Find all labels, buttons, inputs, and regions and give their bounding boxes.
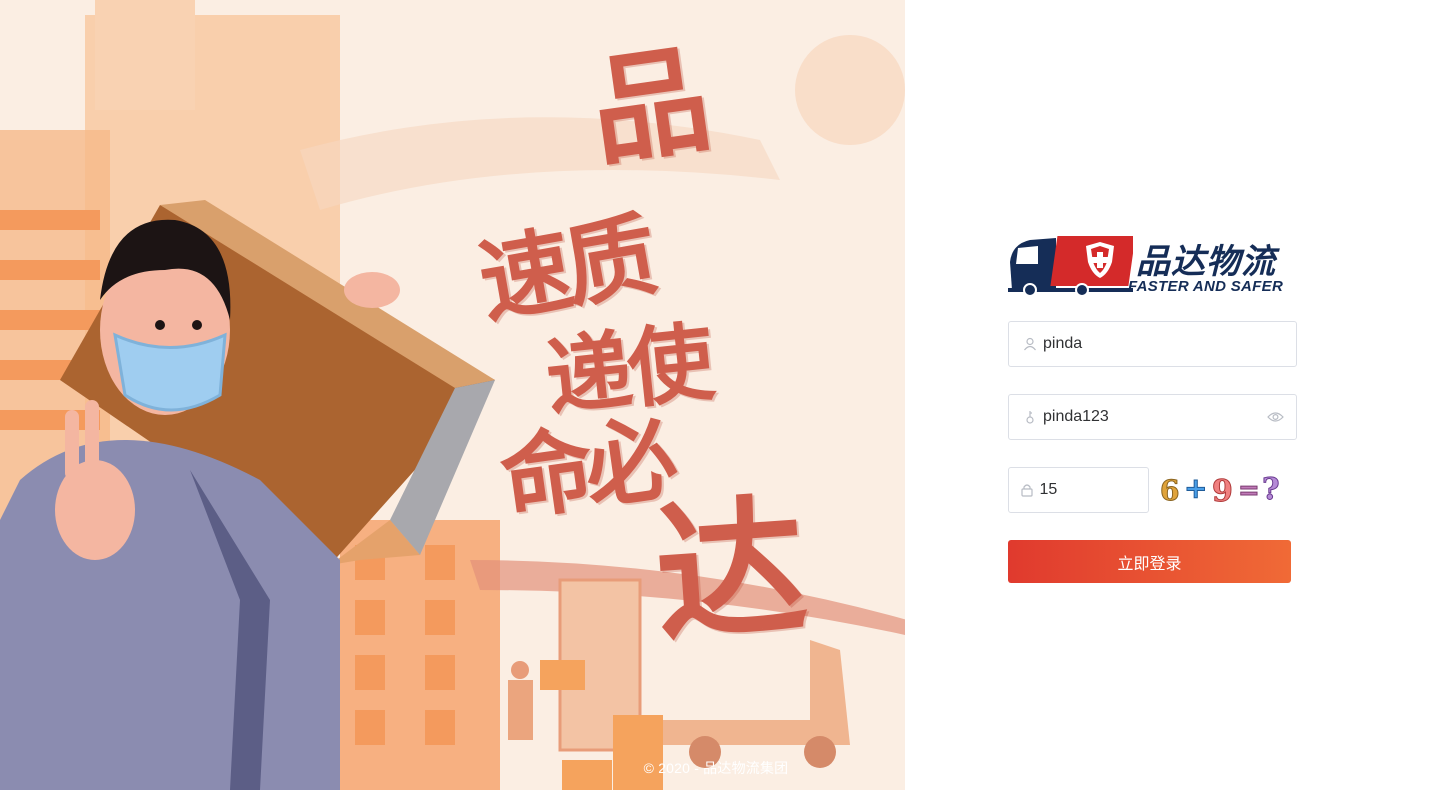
- brand-name: 品达物流: [1136, 242, 1276, 282]
- brand-logo: 品达物流 FASTER AND SAFER: [1008, 232, 1313, 296]
- username-field[interactable]: [1008, 321, 1297, 367]
- username-input[interactable]: [1038, 334, 1296, 354]
- login-button[interactable]: 立即登录: [1008, 540, 1291, 583]
- key-icon: [1009, 410, 1039, 424]
- slogan-line-1: 品: [582, 28, 719, 183]
- brand-tagline: FASTER AND SAFER: [1128, 278, 1284, 295]
- footer: © 2020 - 品达物流集团: [0, 758, 1432, 778]
- copyright-text: © 2020 - 品达物流集团: [643, 760, 789, 776]
- captcha-glyph-4: =: [1238, 476, 1261, 507]
- password-field[interactable]: [1008, 394, 1297, 440]
- lock-icon: [1009, 483, 1036, 497]
- captcha-glyph-5: ?: [1262, 472, 1281, 508]
- captcha-glyph-3: 9: [1212, 474, 1234, 510]
- captcha-glyph-1: 6: [1159, 474, 1180, 508]
- truck-logo-icon: [1008, 236, 1133, 296]
- eye-icon[interactable]: [1267, 410, 1284, 428]
- hero-artwork: [0, 0, 905, 790]
- captcha-field[interactable]: [1008, 467, 1149, 513]
- user-icon: [1009, 337, 1039, 351]
- hero-illustration: 品 速质 递使 命必 达: [0, 0, 905, 790]
- captcha-glyph-2: +: [1183, 472, 1208, 506]
- captcha-image[interactable]: 6 + 9 = ?: [1158, 470, 1288, 510]
- slogan-line-5: 达: [649, 477, 812, 664]
- password-input[interactable]: [1038, 407, 1296, 427]
- captcha-input[interactable]: [1035, 480, 1148, 500]
